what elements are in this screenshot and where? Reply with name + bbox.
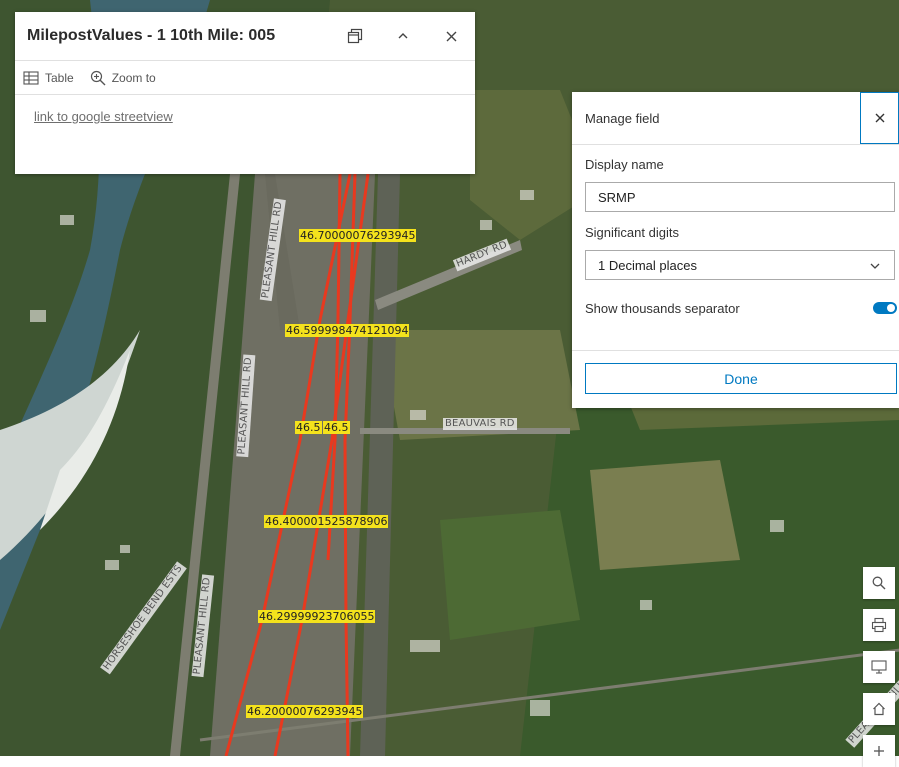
chevron-up-icon [398,33,408,39]
milepost-label: 46.20000076293945 [246,705,364,718]
manage-field-panel: Manage field Display name SRMP Significa… [572,92,899,408]
screen-button[interactable] [863,651,895,683]
zoom-to-action-label: Zoom to [111,70,156,85]
zoom-in-button[interactable] [863,735,895,767]
close-icon [446,31,456,41]
thousands-separator-toggle[interactable] [873,302,897,314]
significant-digits-label: Significant digits [585,225,679,240]
zoom-to-icon [90,70,106,85]
popup-title: MilepostValues - 1 10th Mile: 005 [27,27,276,44]
panel-title: Manage field [585,110,660,126]
zoom-in-icon [874,746,884,756]
dock-button[interactable] [331,12,379,60]
thousands-separator-label: Show thousands separator [585,301,740,316]
streetview-link[interactable]: link to google streetview [34,109,173,124]
search-button[interactable] [863,567,895,599]
done-button[interactable]: Done [585,363,897,394]
print-icon [871,617,887,633]
display-name-label: Display name [585,157,664,172]
road-label: BEAUVAIS RD [443,418,517,430]
search-icon [872,576,886,590]
collapse-button[interactable] [379,12,427,60]
milepost-label: 46.29999923706055 [258,610,376,623]
table-action-label: Table [45,70,74,85]
milepost-label: 46.400001525878906 [264,515,389,528]
panel-close-button[interactable] [860,92,899,144]
divider [572,350,899,351]
display-name-input[interactable]: SRMP [585,182,895,212]
home-button[interactable] [863,693,895,725]
milepost-label: 46.70000076293945 [299,229,417,242]
milepost-label: 46.5 [295,421,322,434]
significant-digits-select[interactable]: 1 Decimal places [585,250,895,280]
significant-digits-value: 1 Decimal places [598,257,697,273]
milepost-label: 46.599998474121094 [285,324,410,337]
close-button[interactable] [427,12,475,60]
table-action[interactable]: Table [23,71,74,85]
milepost-label: 46.5 [323,421,350,434]
zoom-to-action[interactable]: Zoom to [90,70,156,86]
chevron-down-icon [870,263,880,269]
table-icon [23,70,39,85]
home-icon [873,702,885,716]
close-icon [875,113,884,123]
screen-icon [871,660,887,674]
dock-icon [347,28,363,44]
feature-popup: MilepostValues - 1 10th Mile: 005 Table … [15,12,475,174]
print-button[interactable] [863,609,895,641]
